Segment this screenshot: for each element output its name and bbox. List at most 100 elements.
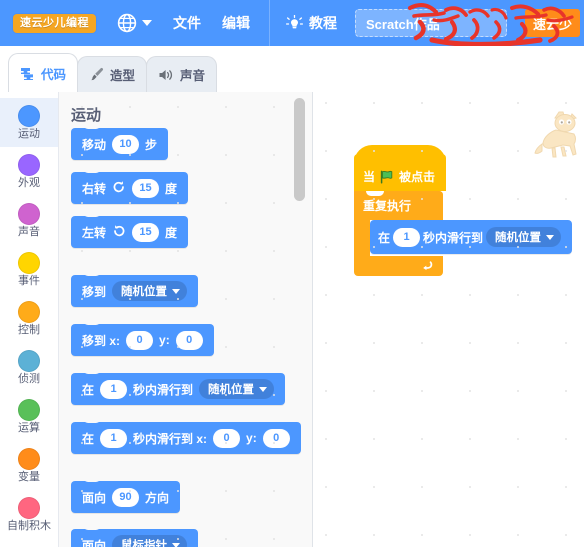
palette-block-goto-xy[interactable]: 移到 x: 0 y: 0 [71, 320, 214, 356]
grid-dot [225, 538, 227, 540]
category-variables[interactable]: 变量 [0, 441, 58, 490]
chevron-down-icon [142, 20, 152, 26]
block-input-degrees[interactable]: 15 [132, 178, 160, 198]
category-motion[interactable]: 运动 [0, 98, 58, 147]
brand-logo[interactable]: 速云少儿编程 [13, 13, 96, 33]
script-stack[interactable]: 当 被点击 重复执行 在 1 秒内滑行到 随机位置 [354, 145, 573, 276]
category-events[interactable]: 事件 [0, 245, 58, 294]
grid-dot [225, 346, 227, 348]
block-label-pre: 面向 [82, 538, 107, 547]
grid-dot [469, 102, 471, 104]
block-input-steps[interactable]: 10 [112, 134, 140, 154]
account-button[interactable]: 速云少 [525, 9, 581, 37]
grid-dot [325, 438, 327, 440]
grid-dot [273, 202, 275, 204]
palette-section-title: 运动 [71, 107, 102, 124]
grid-dot [273, 538, 275, 540]
palette-block-glide-target[interactable]: 在 1 秒内滑行到 随机位置 [71, 369, 286, 405]
grid-dot [517, 390, 519, 392]
grid-dot [81, 490, 83, 492]
category-sensing[interactable]: 侦测 [0, 343, 58, 392]
grid-dot [517, 198, 519, 200]
menu-edit[interactable]: 编辑 [222, 13, 250, 33]
block-dropdown-target[interactable]: 鼠标指针 [112, 535, 188, 547]
brand-logo-text: 速云少儿编程 [20, 16, 89, 29]
category-sidebar: 运动 外观 声音 事件 控制 侦测 运算 变量 自制积木 [0, 92, 59, 547]
category-my-blocks[interactable]: 自制积木 [0, 490, 58, 539]
block-label-post: 被点击 [399, 170, 436, 184]
grid-dot [373, 294, 375, 296]
project-name-field[interactable]: Scratch作品 [355, 9, 507, 37]
chevron-down-icon [172, 288, 181, 294]
block-input-degrees[interactable]: 15 [132, 222, 160, 242]
grid-dot [129, 298, 131, 300]
grid-dot [129, 250, 131, 252]
category-control-dot [18, 300, 40, 323]
block-when-flag-clicked[interactable]: 当 被点击 [354, 145, 446, 191]
grid-dot [129, 490, 131, 492]
grid-dot [81, 154, 83, 156]
tab-code[interactable]: 代码 [8, 53, 79, 92]
grid-dot [273, 394, 275, 396]
block-label-mid: 秒内滑行到 x: [133, 431, 208, 446]
block-input-y[interactable]: 0 [262, 428, 290, 448]
language-selector[interactable] [117, 13, 152, 33]
menu-tutorials[interactable]: 教程 [285, 13, 337, 33]
code-workspace[interactable]: 当 被点击 重复执行 在 1 秒内滑行到 随机位置 [312, 92, 584, 547]
block-label-pre: 当 [363, 170, 376, 184]
block-label-post: 度 [165, 181, 178, 196]
category-control[interactable]: 控制 [0, 294, 58, 343]
grid-dot [565, 150, 567, 152]
block-input-seconds[interactable]: 1 [100, 379, 128, 399]
block-input-seconds[interactable]: 1 [100, 428, 128, 448]
block-input-x[interactable]: 0 [213, 428, 241, 448]
category-looks-label: 外观 [18, 176, 40, 189]
category-looks[interactable]: 外观 [0, 147, 58, 196]
tab-costumes-label: 造型 [110, 69, 136, 83]
category-sound[interactable]: 声音 [0, 196, 58, 245]
category-operators[interactable]: 运算 [0, 392, 58, 441]
grid-dot [373, 486, 375, 488]
block-glide-to-random[interactable]: 在 1 秒内滑行到 随机位置 [370, 220, 573, 254]
grid-dot [129, 202, 131, 204]
palette-block-turn-left[interactable]: 左转 15 度 [71, 212, 189, 248]
menu-file[interactable]: 文件 [173, 13, 201, 33]
grid-dot [565, 294, 567, 296]
grid-dot [325, 534, 327, 536]
palette-block-glide-xy[interactable]: 在 1 秒内滑行到 x: 0 y: 0 [71, 418, 301, 454]
block-dropdown-value: 随机位置 [121, 286, 168, 298]
palette-block-goto-target[interactable]: 移到 随机位置 [71, 271, 199, 307]
palette-scrollbar-thumb[interactable] [294, 98, 305, 201]
category-motion-label: 运动 [18, 127, 40, 140]
block-input-direction[interactable]: 90 [112, 487, 140, 507]
palette-block-turn-right[interactable]: 右转 15 度 [71, 168, 189, 204]
grid-dot [421, 390, 423, 392]
palette-block-move-steps[interactable]: 移动 10 步 [71, 124, 169, 160]
code-blocks-icon [20, 66, 36, 80]
grid-dot [325, 102, 327, 104]
grid-dot [273, 250, 275, 252]
block-label-pre: 在 [82, 382, 95, 397]
palette-block-point-direction[interactable]: 面向 90 方向 [71, 477, 181, 513]
block-forever-arm [354, 220, 370, 256]
block-forever[interactable]: 重复执行 在 1 秒内滑行到 随机位置 [354, 191, 573, 276]
block-input-y[interactable]: 0 [175, 330, 203, 350]
block-dropdown-target[interactable]: 随机位置 [486, 227, 562, 247]
block-notch [366, 191, 384, 196]
tab-costumes[interactable]: 造型 [77, 56, 148, 92]
block-label-pre: 面向 [82, 490, 107, 505]
block-dropdown-target[interactable]: 随机位置 [199, 379, 275, 399]
block-palette[interactable]: 运动 移动 10 步 右转 15 度 左转 15 度 移到 随机位置 移到 x:… [59, 92, 312, 547]
block-label-post: 方向 [145, 490, 170, 505]
block-dropdown-target[interactable]: 随机位置 [112, 281, 188, 301]
block-input-seconds[interactable]: 1 [393, 227, 421, 247]
grid-dot [373, 390, 375, 392]
grid-dot [177, 538, 179, 540]
block-notch [83, 271, 101, 276]
tab-sounds[interactable]: 声音 [146, 56, 218, 92]
grid-dot [177, 442, 179, 444]
grid-dot [565, 342, 567, 344]
grid-dot [177, 106, 179, 108]
block-dropdown-value: 鼠标指针 [121, 540, 168, 547]
grid-dot [81, 250, 83, 252]
